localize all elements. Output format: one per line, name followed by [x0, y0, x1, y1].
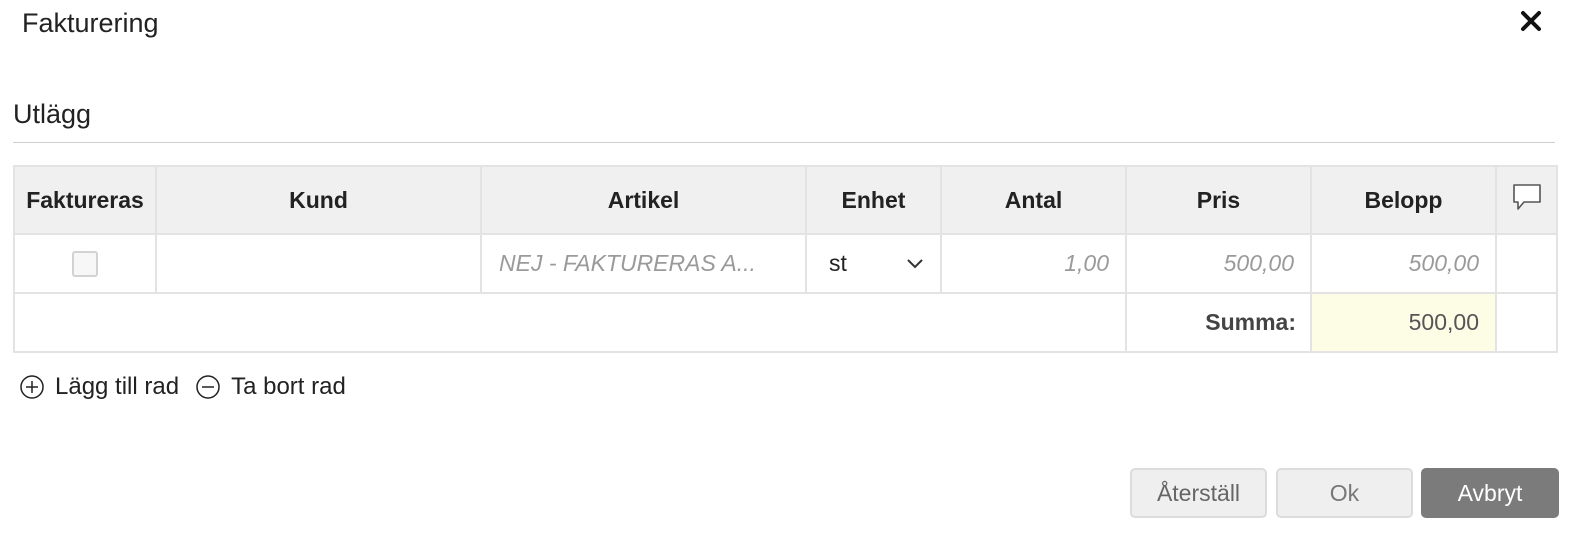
artikel-cell[interactable]: NEJ - FAKTURERAS A...	[480, 233, 807, 294]
summary-row: Summa: 500,00	[13, 292, 1558, 353]
close-button[interactable]	[1516, 6, 1546, 36]
faktureras-checkbox[interactable]	[72, 250, 98, 277]
enhet-select[interactable]: st	[805, 233, 942, 294]
summa-label: Summa:	[1125, 292, 1312, 353]
summary-spacer	[13, 292, 1127, 353]
remove-row-label: Ta bort rad	[231, 373, 346, 400]
minus-circle-icon	[196, 375, 220, 399]
column-header-belopp[interactable]: Belopp	[1310, 165, 1497, 235]
faktureras-cell	[13, 233, 157, 294]
belopp-cell: 500,00	[1310, 233, 1497, 294]
section-title: Utlägg	[13, 99, 92, 129]
kund-cell[interactable]	[155, 233, 482, 294]
column-header-antal[interactable]: Antal	[940, 165, 1127, 235]
comment-icon	[1512, 184, 1541, 210]
enhet-value: st	[829, 250, 847, 276]
column-header-pris[interactable]: Pris	[1125, 165, 1312, 235]
dialog-title: Fakturering	[22, 8, 159, 38]
table-header-row: Faktureras Kund Artikel Enhet Antal Pris…	[13, 165, 1558, 235]
add-row-label: Lägg till rad	[55, 373, 180, 400]
summary-comment-cell	[1495, 292, 1558, 353]
table-row: NEJ - FAKTURERAS A... st 1,00 500,00 500…	[13, 233, 1558, 294]
column-header-enhet[interactable]: Enhet	[805, 165, 942, 235]
column-header-faktureras[interactable]: Faktureras	[13, 165, 157, 235]
remove-row-button[interactable]: Ta bort rad	[195, 373, 346, 401]
column-header-comment[interactable]	[1495, 165, 1558, 235]
add-row-button[interactable]: Lägg till rad	[19, 373, 179, 401]
section-divider	[13, 142, 1555, 143]
antal-cell[interactable]: 1,00	[940, 233, 1127, 294]
pris-cell[interactable]: 500,00	[1125, 233, 1312, 294]
cancel-button[interactable]: Avbryt	[1421, 468, 1559, 518]
plus-circle-icon	[20, 375, 44, 399]
row-actions: Lägg till rad Ta bort rad	[19, 373, 346, 401]
reset-button[interactable]: Återställ	[1130, 468, 1267, 518]
summa-value: 500,00	[1310, 292, 1497, 353]
column-header-artikel[interactable]: Artikel	[480, 165, 807, 235]
ok-button[interactable]: Ok	[1276, 468, 1413, 518]
comment-cell[interactable]	[1495, 233, 1558, 294]
chevron-down-icon	[907, 258, 923, 268]
close-icon	[1521, 11, 1541, 31]
column-header-kund[interactable]: Kund	[155, 165, 482, 235]
expense-table: Faktureras Kund Artikel Enhet Antal Pris…	[13, 165, 1558, 353]
